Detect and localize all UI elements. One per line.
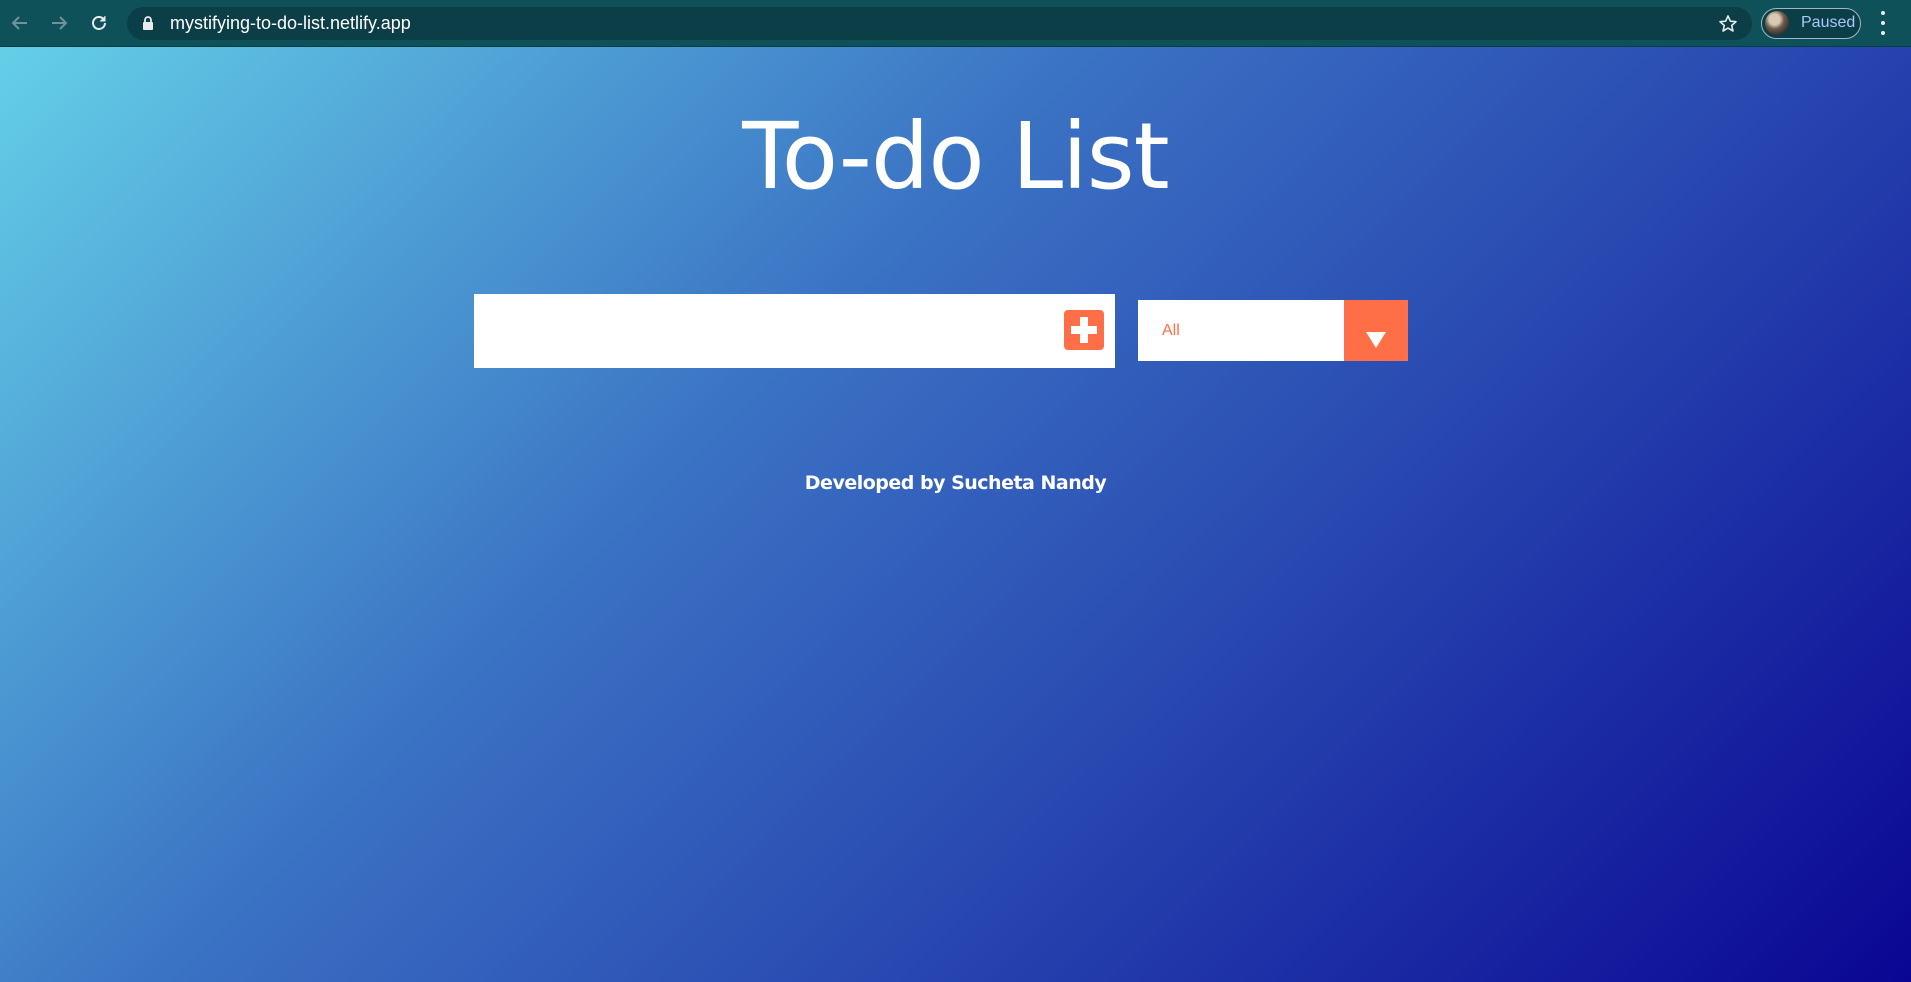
lock-icon [143,16,153,30]
star-icon[interactable] [1718,14,1738,34]
url-text: mystifying-to-do-list.netlify.app [170,13,411,33]
forward-button[interactable] [46,10,72,36]
add-todo-button[interactable] [1064,310,1104,350]
reload-icon [92,16,106,30]
page-background: To-do List All Developed by Sucheta Nand… [0,47,1911,982]
profile-status: Paused [1801,14,1856,31]
footer-credit: Developed by Sucheta Nandy [804,472,1107,494]
todo-input[interactable] [474,294,1054,368]
kebab-menu-icon[interactable] [1876,11,1890,35]
filter-selected-value: All [1162,322,1180,339]
todo-form [474,294,1115,368]
caret-down-icon [1366,332,1386,348]
arrow-right-icon [52,16,68,30]
back-button[interactable] [7,10,33,36]
page-title: To-do List [742,103,1170,210]
arrow-left-icon [11,16,27,30]
filter-select[interactable]: All [1138,300,1408,361]
profile-button[interactable]: Paused [1761,8,1861,39]
dropdown-arrow-button[interactable] [1344,300,1408,361]
avatar [1765,11,1789,35]
browser-toolbar: mystifying-to-do-list.netlify.app Paused [0,0,1911,47]
address-bar[interactable]: mystifying-to-do-list.netlify.app [127,7,1752,40]
reload-button[interactable] [86,10,112,36]
